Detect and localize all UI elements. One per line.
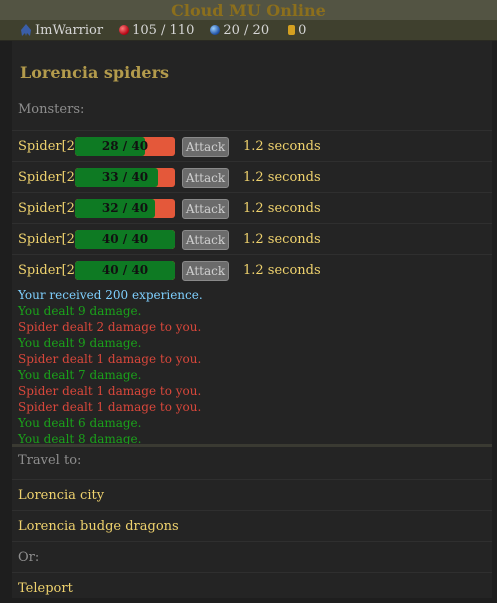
blue-orb-icon	[210, 25, 221, 35]
monster-hp-text: 40 / 40	[101, 232, 149, 246]
attack-button[interactable]: Attack	[182, 167, 229, 188]
hp-stat: 105 / 110	[119, 23, 194, 38]
attack-timer: 1.2 seconds	[243, 139, 321, 154]
combat-log: Your received 200 experience. You dealt …	[18, 287, 203, 447]
monster-row: Spider[2] 40 / 40 Attack 1.2 seconds	[12, 254, 492, 286]
log-entry: Spider dealt 1 damage to you.	[18, 352, 202, 366]
monster-name: Spider[2]	[18, 263, 81, 278]
log-entry: Spider dealt 1 damage to you.	[18, 384, 202, 398]
log-entry: You dealt 7 damage.	[18, 368, 142, 382]
teleport-row[interactable]: Teleport	[12, 572, 492, 603]
travel-link-lorencia-city[interactable]: Lorencia city	[18, 488, 104, 503]
section-divider	[12, 444, 492, 447]
attack-timer: 1.2 seconds	[243, 170, 321, 185]
monster-name: Spider[2]	[18, 232, 81, 247]
monster-row: Spider[2] 28 / 40 Attack 1.2 seconds	[12, 130, 492, 162]
mana-value: 20 / 20	[223, 22, 270, 38]
gold-value: 0	[298, 22, 307, 38]
monster-row: Spider[2] 33 / 40 Attack 1.2 seconds	[12, 161, 492, 193]
mana-stat: 20 / 20	[210, 23, 269, 38]
title-bar: Cloud MU Online	[0, 0, 497, 20]
hp-value: 105 / 110	[132, 22, 195, 38]
player-status-bar: ImWarrior 105 / 110 20 / 20 0	[0, 20, 497, 41]
monster-name: Spider[2]	[18, 201, 81, 216]
log-entry: Spider dealt 1 damage to you.	[18, 400, 202, 414]
or-label: Or:	[18, 549, 40, 565]
attack-button[interactable]: Attack	[182, 198, 229, 219]
app-title: Cloud MU Online	[171, 0, 326, 20]
log-entry: You dealt 9 damage.	[18, 304, 142, 318]
travel-label: Travel to:	[18, 453, 82, 468]
or-row: Or:	[12, 541, 492, 572]
log-entry: You dealt 6 damage.	[18, 416, 142, 430]
monster-hp-text: 28 / 40	[101, 139, 149, 153]
monsters-label: Monsters:	[18, 102, 85, 117]
log-entry: Spider dealt 2 damage to you.	[18, 320, 202, 334]
gold-coin-icon	[288, 25, 296, 35]
attack-timer: 1.2 seconds	[243, 201, 321, 216]
attack-timer: 1.2 seconds	[243, 232, 321, 247]
monster-hp-text: 33 / 40	[101, 170, 149, 184]
monster-name: Spider[2]	[18, 170, 81, 185]
travel-row[interactable]: Lorencia city	[12, 479, 492, 510]
travel-row[interactable]: Lorencia budge dragons	[12, 510, 492, 541]
monster-hp-bar: 28 / 40	[75, 137, 175, 156]
player-name: ImWarrior	[35, 22, 104, 38]
main-panel: Lorencia spiders Monsters: Spider[2] 28 …	[12, 41, 492, 598]
monster-hp-text: 32 / 40	[101, 201, 149, 215]
monster-hp-bar: 33 / 40	[75, 168, 175, 187]
log-entry: You dealt 9 damage.	[18, 336, 142, 350]
monster-hp-bar: 40 / 40	[75, 261, 175, 280]
warrior-helmet-icon	[21, 23, 31, 36]
red-orb-icon	[119, 25, 130, 35]
player-info: ImWarrior	[20, 23, 103, 38]
monster-hp-text: 40 / 40	[101, 263, 149, 277]
monster-hp-bar: 32 / 40	[75, 199, 175, 218]
monster-row: Spider[2] 40 / 40 Attack 1.2 seconds	[12, 223, 492, 255]
log-entry: Your received 200 experience.	[18, 288, 203, 302]
attack-button[interactable]: Attack	[182, 136, 229, 157]
teleport-link[interactable]: Teleport	[18, 581, 73, 596]
attack-button[interactable]: Attack	[182, 260, 229, 281]
monster-hp-bar: 40 / 40	[75, 230, 175, 249]
monster-name: Spider[2]	[18, 139, 81, 154]
attack-button[interactable]: Attack	[182, 229, 229, 250]
area-title: Lorencia spiders	[20, 63, 169, 82]
travel-link-lorencia-budge-dragons[interactable]: Lorencia budge dragons	[18, 519, 179, 534]
gold-stat: 0	[285, 23, 306, 38]
monster-row: Spider[2] 32 / 40 Attack 1.2 seconds	[12, 192, 492, 224]
attack-timer: 1.2 seconds	[243, 263, 321, 278]
